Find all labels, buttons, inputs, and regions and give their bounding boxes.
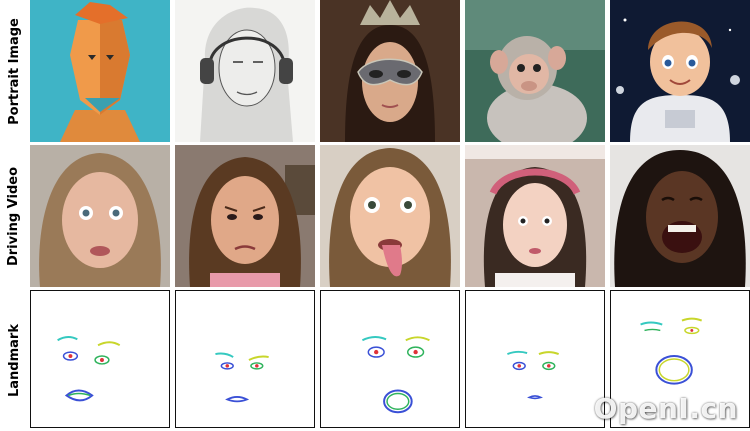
driving-frame-3 [320,145,460,287]
row-label-landmark: Landmark [0,290,28,430]
driving-frame-1 [30,145,170,287]
driving-frame-4 [465,145,605,287]
portrait-origami-man [30,0,170,142]
portrait-sketch-woman [175,0,315,142]
landmark-label: Landmark [6,323,22,397]
landmark-2 [175,290,315,428]
landmark-1 [30,290,170,428]
watermark: OpenI.cn [593,392,738,425]
row-label-portrait: Portrait Image [0,0,28,142]
landmark-3 [320,290,460,428]
portrait-image-label: Portrait Image [6,17,22,125]
driving-frame-2 [175,145,315,287]
driving-video-label: Driving Video [6,166,22,266]
landmark-4 [465,290,605,428]
portrait-cartoon-astronaut [610,0,750,142]
driving-frame-5 [610,145,750,287]
portrait-masked-woman [320,0,460,142]
row-label-driving: Driving Video [0,145,28,287]
portrait-monkey [465,0,605,142]
